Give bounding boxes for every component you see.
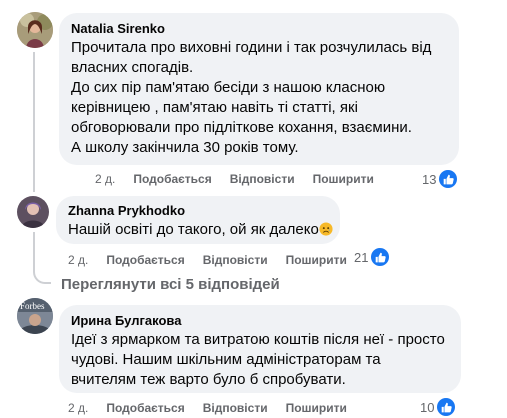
like-button[interactable]: Подобається xyxy=(133,172,211,186)
avatar[interactable]: Forbes xyxy=(17,298,53,334)
avatar-photo xyxy=(17,196,49,228)
reaction-count: 13 xyxy=(422,171,437,187)
comment-text: Ідеї з ярмарком та витратою коштів після… xyxy=(71,331,445,388)
share-button[interactable]: Поширити xyxy=(286,401,347,415)
avatar[interactable] xyxy=(17,196,49,228)
like-icon xyxy=(439,170,458,188)
comment-bubble: Ирина Булгакова Ідеї з ярмарком та витра… xyxy=(59,305,461,393)
comment-time[interactable]: 2 д. xyxy=(68,253,88,267)
share-button[interactable]: Поширити xyxy=(286,253,347,267)
comment-actions: 2 д. Подобається Відповісти Поширити xyxy=(68,400,365,416)
like-icon xyxy=(437,398,456,416)
like-button[interactable]: Подобається xyxy=(106,253,184,267)
share-button[interactable]: Поширити xyxy=(313,172,374,186)
comment-actions: 2 д. Подобається Відповісти Поширити xyxy=(95,171,392,187)
avatar-photo xyxy=(17,12,53,48)
comment-text: Нашій освіті до такого, ой як далеко xyxy=(68,220,333,240)
reply-button[interactable]: Відповісти xyxy=(203,253,268,267)
reaction-summary[interactable]: 10 xyxy=(420,398,456,416)
comment-author[interactable]: Natalia Sirenko xyxy=(71,21,447,37)
comments-thread: Natalia Sirenko Прочитала про виховні го… xyxy=(0,0,507,418)
comment-actions: 2 д. Подобається Відповісти Поширити xyxy=(68,252,365,268)
comment-bubble: Zhanna Prykhodko Нашій освіті до такого,… xyxy=(56,196,340,244)
comment-paragraph: А школу закінчила 30 років тому. xyxy=(71,139,299,156)
thread-connector xyxy=(33,232,51,284)
avatar-photo: Forbes xyxy=(17,298,53,334)
reaction-count: 21 xyxy=(354,249,369,265)
thread-line xyxy=(33,52,35,192)
comment-time[interactable]: 2 д. xyxy=(68,401,88,415)
comment-text-content: Нашій освіті до такого, ой як далеко xyxy=(68,221,319,238)
reaction-summary[interactable]: 13 xyxy=(422,170,458,188)
reaction-summary[interactable]: 21 xyxy=(354,248,390,266)
reaction-count: 10 xyxy=(420,399,435,415)
avatar-logo-text: Forbes xyxy=(20,301,45,311)
avatar[interactable] xyxy=(17,12,53,48)
reply-button[interactable]: Відповісти xyxy=(203,401,268,415)
like-button[interactable]: Подобається xyxy=(106,401,184,415)
comment-author[interactable]: Ирина Булгакова xyxy=(71,313,449,329)
comment-paragraph: До сих пір пам'ятаю бесіди з нашою класн… xyxy=(71,79,412,136)
comment-time[interactable]: 2 д. xyxy=(95,172,115,186)
like-icon xyxy=(371,248,390,266)
view-all-replies-link[interactable]: Переглянути всі 5 відповідей xyxy=(61,276,280,293)
comment-bubble: Natalia Sirenko Прочитала про виховні го… xyxy=(59,13,459,165)
comment-paragraph: Прочитала про виховні години і так розчу… xyxy=(71,39,432,76)
reply-button[interactable]: Відповісти xyxy=(230,172,295,186)
comment-author[interactable]: Zhanna Prykhodko xyxy=(68,203,328,219)
sad-face-emoji-icon xyxy=(319,222,333,236)
comment-text: Прочитала про виховні години і так розчу… xyxy=(71,38,447,158)
